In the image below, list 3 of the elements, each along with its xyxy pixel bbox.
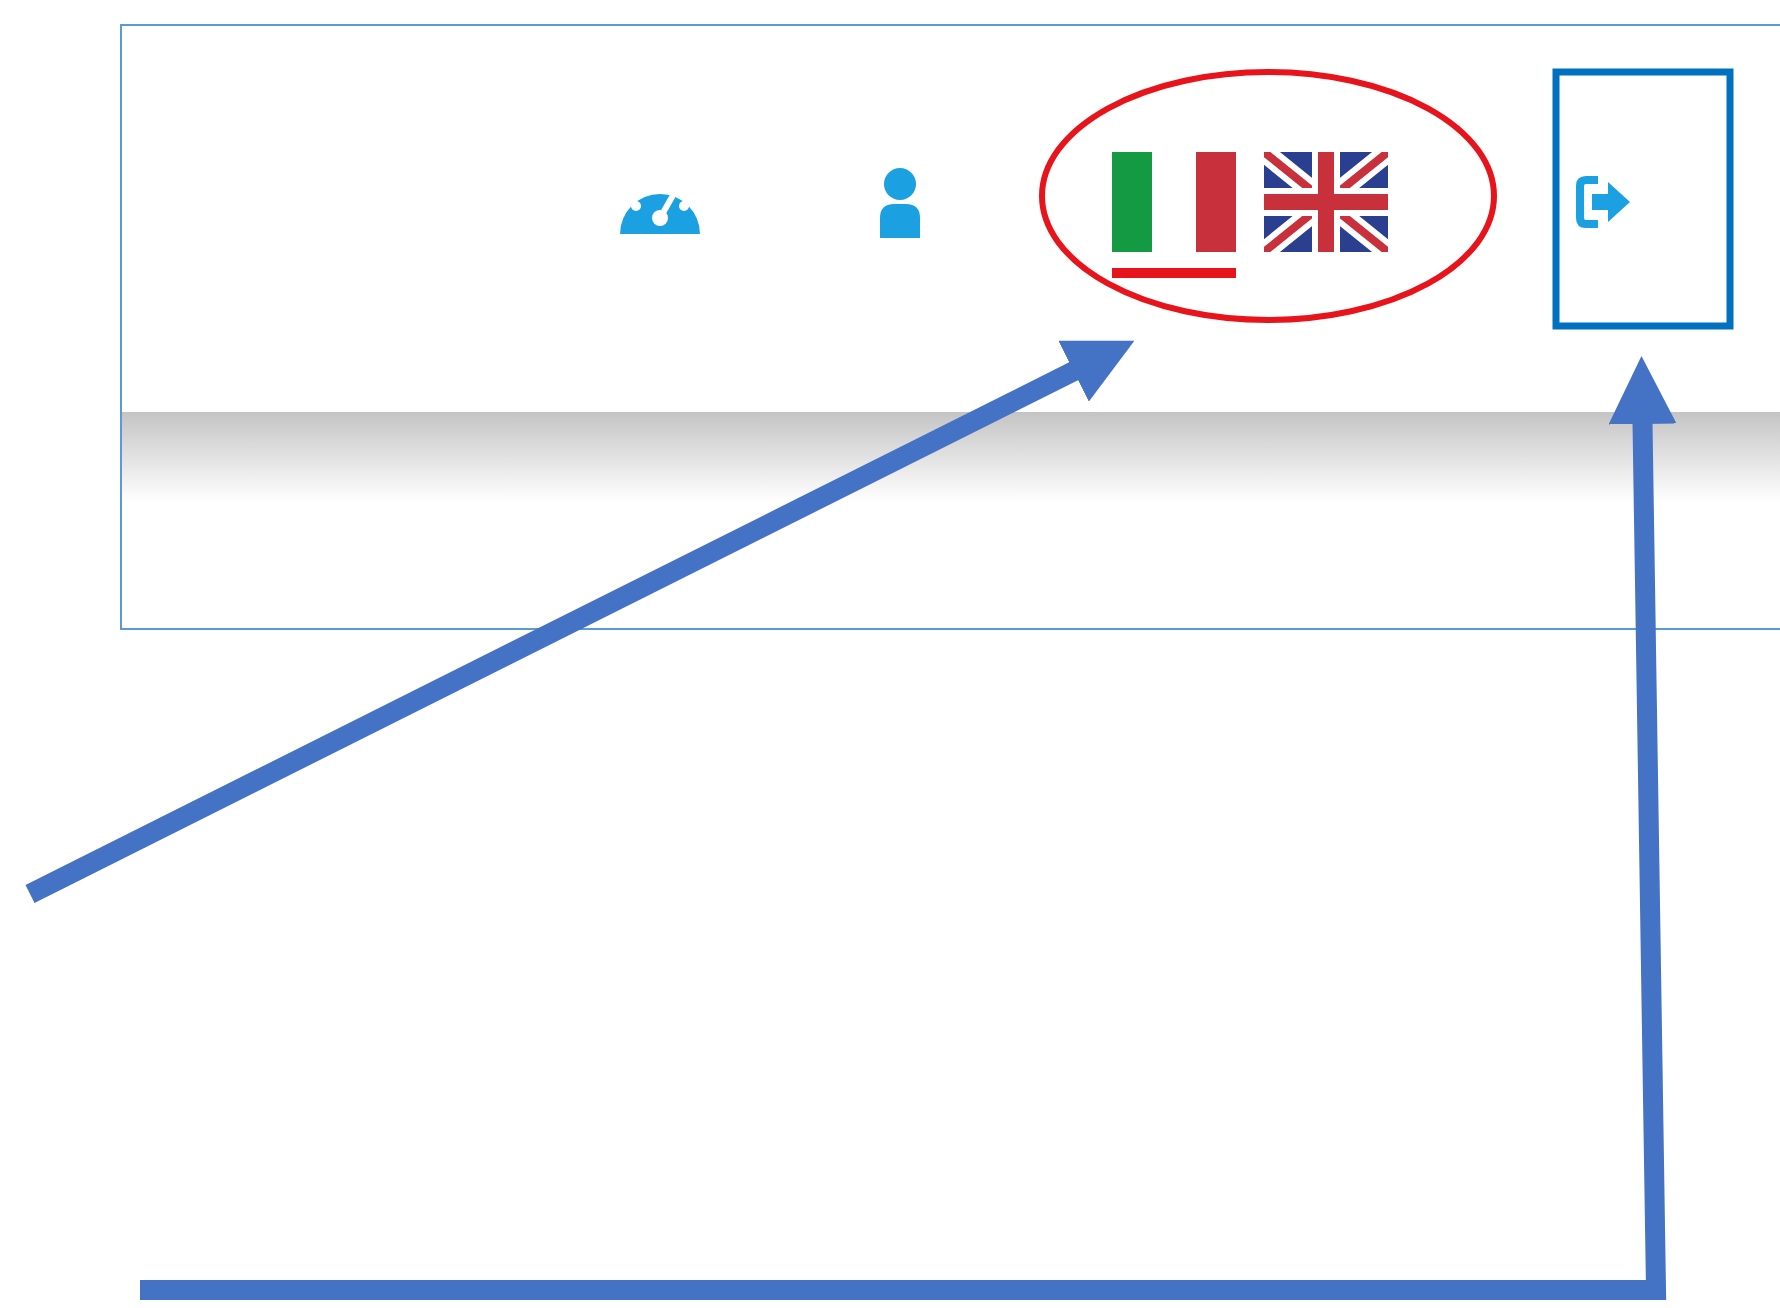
user-icon[interactable] bbox=[880, 166, 920, 238]
logout-icon[interactable] bbox=[1574, 174, 1634, 230]
flag-button[interactable] bbox=[1112, 152, 1236, 278]
